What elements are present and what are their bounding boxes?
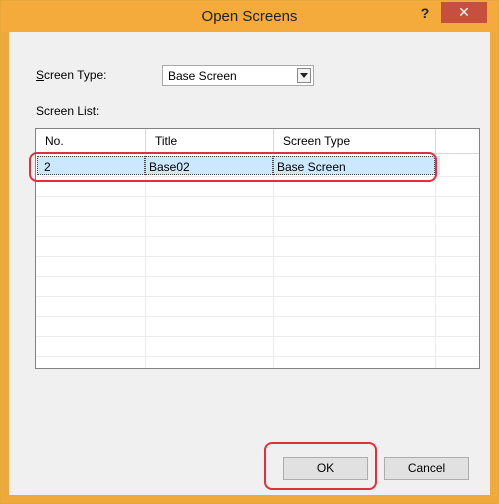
help-button[interactable]: ?	[415, 5, 435, 25]
column-header-no-label: No.	[45, 134, 64, 148]
title-bar[interactable]: Open Screens ? ✕	[1, 1, 498, 32]
screen-type-label-text: creen Type:	[44, 68, 107, 82]
column-header-title[interactable]: Title	[146, 129, 274, 154]
close-icon: ✕	[458, 4, 470, 20]
column-header-screen-type-label: Screen Type	[283, 134, 351, 148]
screen-type-access-key: S	[36, 68, 45, 82]
grid-row-line	[36, 196, 479, 197]
column-header-screen-type[interactable]: Screen Type	[274, 129, 436, 154]
cancel-button[interactable]: Cancel	[384, 457, 469, 480]
grid-row-line	[36, 336, 479, 337]
row-highlight-annotation	[29, 152, 437, 182]
screen-type-dropdown[interactable]: Base Screen	[162, 65, 314, 86]
screen-list-label: Screen List:	[36, 104, 100, 118]
screen-type-label: Screen Type:	[36, 68, 107, 82]
column-header-filler	[436, 129, 479, 154]
grid-row-line	[36, 356, 479, 357]
grid-row-line	[36, 276, 479, 277]
open-screens-dialog: Open Screens ? ✕ Screen Type: Base Scree…	[0, 0, 499, 504]
grid-row-line	[36, 296, 479, 297]
grid-row-line	[36, 316, 479, 317]
grid-row-line	[36, 256, 479, 257]
column-header-no[interactable]: No.	[36, 129, 146, 154]
column-header-title-label: Title	[155, 134, 178, 148]
screen-type-value: Base Screen	[168, 69, 237, 83]
dialog-body: Screen Type: Base Screen Screen List: No…	[9, 32, 490, 495]
grid-row-line	[36, 236, 479, 237]
chevron-down-icon	[300, 73, 308, 78]
grid-row-line	[36, 216, 479, 217]
dropdown-arrow-button[interactable]	[297, 68, 311, 83]
ok-highlight-annotation	[264, 442, 377, 490]
close-button[interactable]: ✕	[441, 2, 487, 23]
